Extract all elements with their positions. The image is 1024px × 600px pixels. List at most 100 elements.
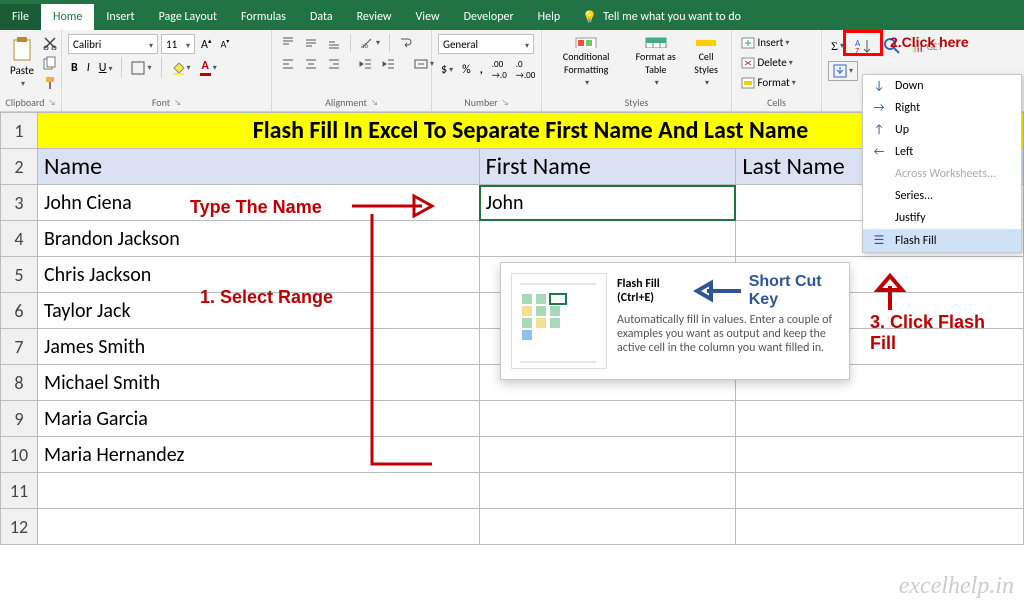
fill-down-item[interactable]: ↓Down [863,75,1021,97]
align-right-button[interactable] [324,55,344,73]
row-header-11[interactable]: 11 [1,473,38,509]
comma-button[interactable]: , [477,61,486,79]
cell-empty[interactable] [37,473,479,509]
cell-empty[interactable] [736,509,1024,545]
annotation-arrow-left-blue [693,281,743,301]
cell-name[interactable]: Taylor Jack [37,293,479,329]
decrease-decimal-button[interactable]: .0→.00 [513,57,539,83]
row-header-1[interactable]: 1 [1,113,38,149]
bold-button[interactable]: B [68,59,81,77]
cell-name[interactable]: John Ciena [37,185,479,221]
tab-help[interactable]: Help [526,4,573,30]
number-format-combo[interactable]: General [438,34,534,54]
font-color-button[interactable]: A [197,57,220,78]
row-header-9[interactable]: 9 [1,401,38,437]
tab-page-layout[interactable]: Page Layout [147,4,229,30]
cell-name[interactable]: Chris Jackson [37,257,479,293]
fill-color-button[interactable] [168,59,194,77]
increase-decimal-button[interactable]: .00→.0 [489,57,510,83]
col-head-name[interactable]: Name [37,149,479,185]
cell-empty[interactable] [736,473,1024,509]
tab-view[interactable]: View [404,4,452,30]
tab-file[interactable]: File [0,4,41,30]
cell-name[interactable]: Maria Garcia [37,401,479,437]
cell-empty[interactable] [37,509,479,545]
cell-first[interactable] [479,401,736,437]
paste-button[interactable]: Paste [6,34,38,91]
row-header-2[interactable]: 2 [1,149,38,185]
cell-first[interactable] [479,221,736,257]
font-name-combo[interactable]: Calibri [68,34,158,54]
tab-formulas[interactable]: Formulas [229,4,298,30]
conditional-formatting-button[interactable]: Conditional Formatting [548,34,624,90]
tab-insert[interactable]: Insert [94,4,146,30]
grow-font-button[interactable]: A▴ [198,34,214,54]
dec-dec-icon: .0→.00 [516,59,536,81]
autosum-button[interactable]: Σ [828,37,847,56]
cell-name[interactable]: James Smith [37,329,479,365]
shrink-font-button[interactable]: A▾ [217,35,232,52]
delete-cells-button[interactable]: Delete [738,54,796,71]
format-cells-button[interactable]: Format [738,74,799,91]
align-middle-button[interactable] [301,34,321,52]
align-bottom-button[interactable] [324,34,344,52]
row-header-6[interactable]: 6 [1,293,38,329]
insert-label: Insert [758,36,784,49]
align-center-button[interactable] [301,55,321,73]
fill-flash-item[interactable]: ☰Flash Fill [863,229,1021,252]
row-header-12[interactable]: 12 [1,509,38,545]
row-header-7[interactable]: 7 [1,329,38,365]
fill-right-item[interactable]: →Right [863,97,1021,119]
cell-first[interactable] [479,437,736,473]
font-size-combo[interactable]: 11 [161,34,195,54]
tab-developer[interactable]: Developer [452,4,526,30]
cell-first[interactable]: John [479,185,736,221]
cell-name[interactable]: Maria Hernandez [37,437,479,473]
row-header-10[interactable]: 10 [1,437,38,473]
increase-indent-button[interactable] [379,55,399,73]
align-left-button[interactable] [278,55,298,73]
menu-bar: File Home Insert Page Layout Formulas Da… [0,4,1024,30]
decrease-indent-button[interactable] [356,55,376,73]
tab-data[interactable]: Data [298,4,345,30]
row-header-5[interactable]: 5 [1,257,38,293]
format-painter-button[interactable] [40,74,60,92]
sort-filter-button[interactable]: AZ [850,34,876,58]
borders-button[interactable] [128,59,154,77]
cell-empty[interactable] [479,509,736,545]
cell-last[interactable] [736,437,1024,473]
dialog-launcher-icon[interactable]: ↘ [49,98,56,108]
dialog-launcher-icon[interactable]: ↘ [174,98,181,108]
cell-last[interactable] [736,401,1024,437]
fill-up-item[interactable]: ↑Up [863,119,1021,141]
cell-styles-button[interactable]: Cell Styles [687,34,725,90]
orientation-button[interactable]: ab [357,34,383,52]
col-head-first[interactable]: First Name [479,149,736,185]
copy-button[interactable] [40,54,60,72]
group-styles: Conditional Formatting Format as Table C… [542,30,732,111]
fill-series-item[interactable]: Series... [863,185,1021,207]
row-header-3[interactable]: 3 [1,185,38,221]
fill-left-item[interactable]: ←Left [863,141,1021,163]
cell-name[interactable]: Brandon Jackson [37,221,479,257]
wrap-text-button[interactable] [396,34,416,52]
dialog-launcher-icon[interactable]: ↘ [502,98,509,108]
insert-cells-button[interactable]: Insert [738,34,792,51]
cell-empty[interactable] [479,473,736,509]
percent-button[interactable]: % [459,61,474,79]
fill-justify-item[interactable]: Justify [863,207,1021,229]
dialog-launcher-icon[interactable]: ↘ [371,98,378,108]
tab-review[interactable]: Review [345,4,404,30]
fill-button[interactable] [828,61,858,81]
underline-button[interactable]: U [96,59,116,77]
row-header-8[interactable]: 8 [1,365,38,401]
italic-button[interactable]: I [84,59,93,77]
accounting-button[interactable]: $ [438,61,456,79]
cut-button[interactable] [40,34,60,52]
tell-me-search[interactable]: 💡 Tell me what you want to do [572,4,751,30]
format-as-table-button[interactable]: Format as Table [628,34,683,90]
cell-name[interactable]: Michael Smith [37,365,479,401]
tab-home[interactable]: Home [41,4,94,30]
align-top-button[interactable] [278,34,298,52]
row-header-4[interactable]: 4 [1,221,38,257]
